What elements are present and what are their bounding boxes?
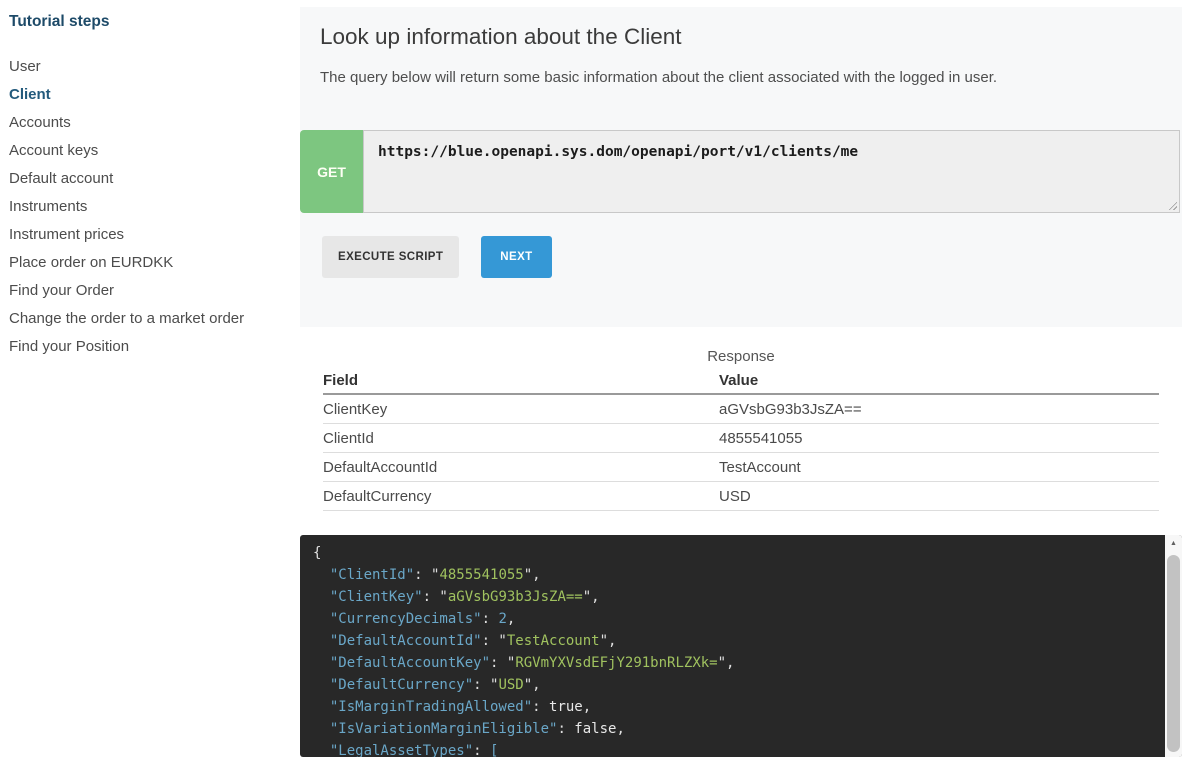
sidebar-item-instruments[interactable]: Instruments — [9, 193, 291, 221]
next-button[interactable]: NEXT — [481, 236, 551, 278]
sidebar-item-find-your-position[interactable]: Find your Position — [9, 333, 291, 361]
value-cell: 4855541055 — [719, 430, 1159, 447]
code-line: "IsMarginTradingAllowed": true, — [313, 696, 1155, 718]
sidebar-item-account-keys[interactable]: Account keys — [9, 137, 291, 165]
table-row: ClientKeyaGVsbG93b3JsZA== — [323, 395, 1159, 424]
response-table-rows: ClientKeyaGVsbG93b3JsZA==ClientId4855541… — [323, 395, 1159, 511]
code-line: "IsVariationMarginEligible": false, — [313, 718, 1155, 740]
response-table: Response Field Value ClientKeyaGVsbG93b3… — [323, 348, 1159, 511]
sidebar-item-accounts[interactable]: Accounts — [9, 109, 291, 137]
code-line: "ClientKey": "aGVsbG93b3JsZA==", — [313, 586, 1155, 608]
field-column-header: Field — [323, 372, 719, 389]
field-cell: DefaultCurrency — [323, 488, 719, 505]
value-cell: USD — [719, 488, 1159, 505]
value-cell: aGVsbG93b3JsZA== — [719, 401, 1159, 418]
sidebar-item-user[interactable]: User — [9, 53, 291, 81]
table-row: DefaultAccountIdTestAccount — [323, 453, 1159, 482]
code-line: "CurrencyDecimals": 2, — [313, 608, 1155, 630]
http-method-badge: GET — [300, 130, 363, 213]
sidebar-item-instrument-prices[interactable]: Instrument prices — [9, 221, 291, 249]
code-line: "LegalAssetTypes": [ — [313, 740, 1155, 757]
sidebar-nav: UserClientAccountsAccount keysDefault ac… — [9, 53, 291, 361]
code-line: "ClientId": "4855541055", — [313, 564, 1155, 586]
sidebar-item-find-your-order[interactable]: Find your Order — [9, 277, 291, 305]
execute-script-button[interactable]: EXECUTE SCRIPT — [322, 236, 459, 278]
page-title: Look up information about the Client — [320, 24, 681, 50]
code-line: "DefaultCurrency": "USD", — [313, 674, 1155, 696]
response-json-code-block: { "ClientId": "4855541055", "ClientKey":… — [300, 535, 1182, 757]
code-line: "DefaultAccountId": "TestAccount", — [313, 630, 1155, 652]
page-description: The query below will return some basic i… — [320, 69, 997, 86]
sidebar: Tutorial steps UserClientAccountsAccount… — [9, 13, 291, 361]
request-url-box: https://blue.openapi.sys.dom/openapi/por… — [363, 130, 1180, 213]
table-row: ClientId4855541055 — [323, 424, 1159, 453]
code-line: "DefaultAccountKey": "RGVmYXVsdEFjY291bn… — [313, 652, 1155, 674]
tutorial-step-panel: Look up information about the Client The… — [300, 7, 1182, 327]
buttons-row: EXECUTE SCRIPT NEXT — [322, 236, 552, 278]
scrollbar-thumb[interactable] — [1167, 555, 1180, 752]
request-row: GET https://blue.openapi.sys.dom/openapi… — [300, 130, 1180, 213]
field-cell: ClientId — [323, 430, 719, 447]
field-cell: ClientKey — [323, 401, 719, 418]
code-line: { — [313, 542, 1155, 564]
response-table-header: Field Value — [323, 368, 1159, 395]
code-scrollbar[interactable]: ▲ — [1165, 535, 1182, 757]
request-url-input[interactable]: https://blue.openapi.sys.dom/openapi/por… — [363, 130, 1180, 213]
field-cell: DefaultAccountId — [323, 459, 719, 476]
response-caption: Response — [323, 348, 1159, 368]
sidebar-item-client[interactable]: Client — [9, 81, 291, 109]
sidebar-item-default-account[interactable]: Default account — [9, 165, 291, 193]
sidebar-title: Tutorial steps — [9, 13, 291, 31]
table-row: DefaultCurrencyUSD — [323, 482, 1159, 511]
value-column-header: Value — [719, 372, 1159, 389]
sidebar-item-place-order-on-eurdkk[interactable]: Place order on EURDKK — [9, 249, 291, 277]
scroll-up-icon[interactable]: ▲ — [1165, 535, 1182, 551]
value-cell: TestAccount — [719, 459, 1159, 476]
code-content: { "ClientId": "4855541055", "ClientKey":… — [300, 535, 1165, 757]
sidebar-item-change-the-order-to-a-market-order[interactable]: Change the order to a market order — [9, 305, 291, 333]
